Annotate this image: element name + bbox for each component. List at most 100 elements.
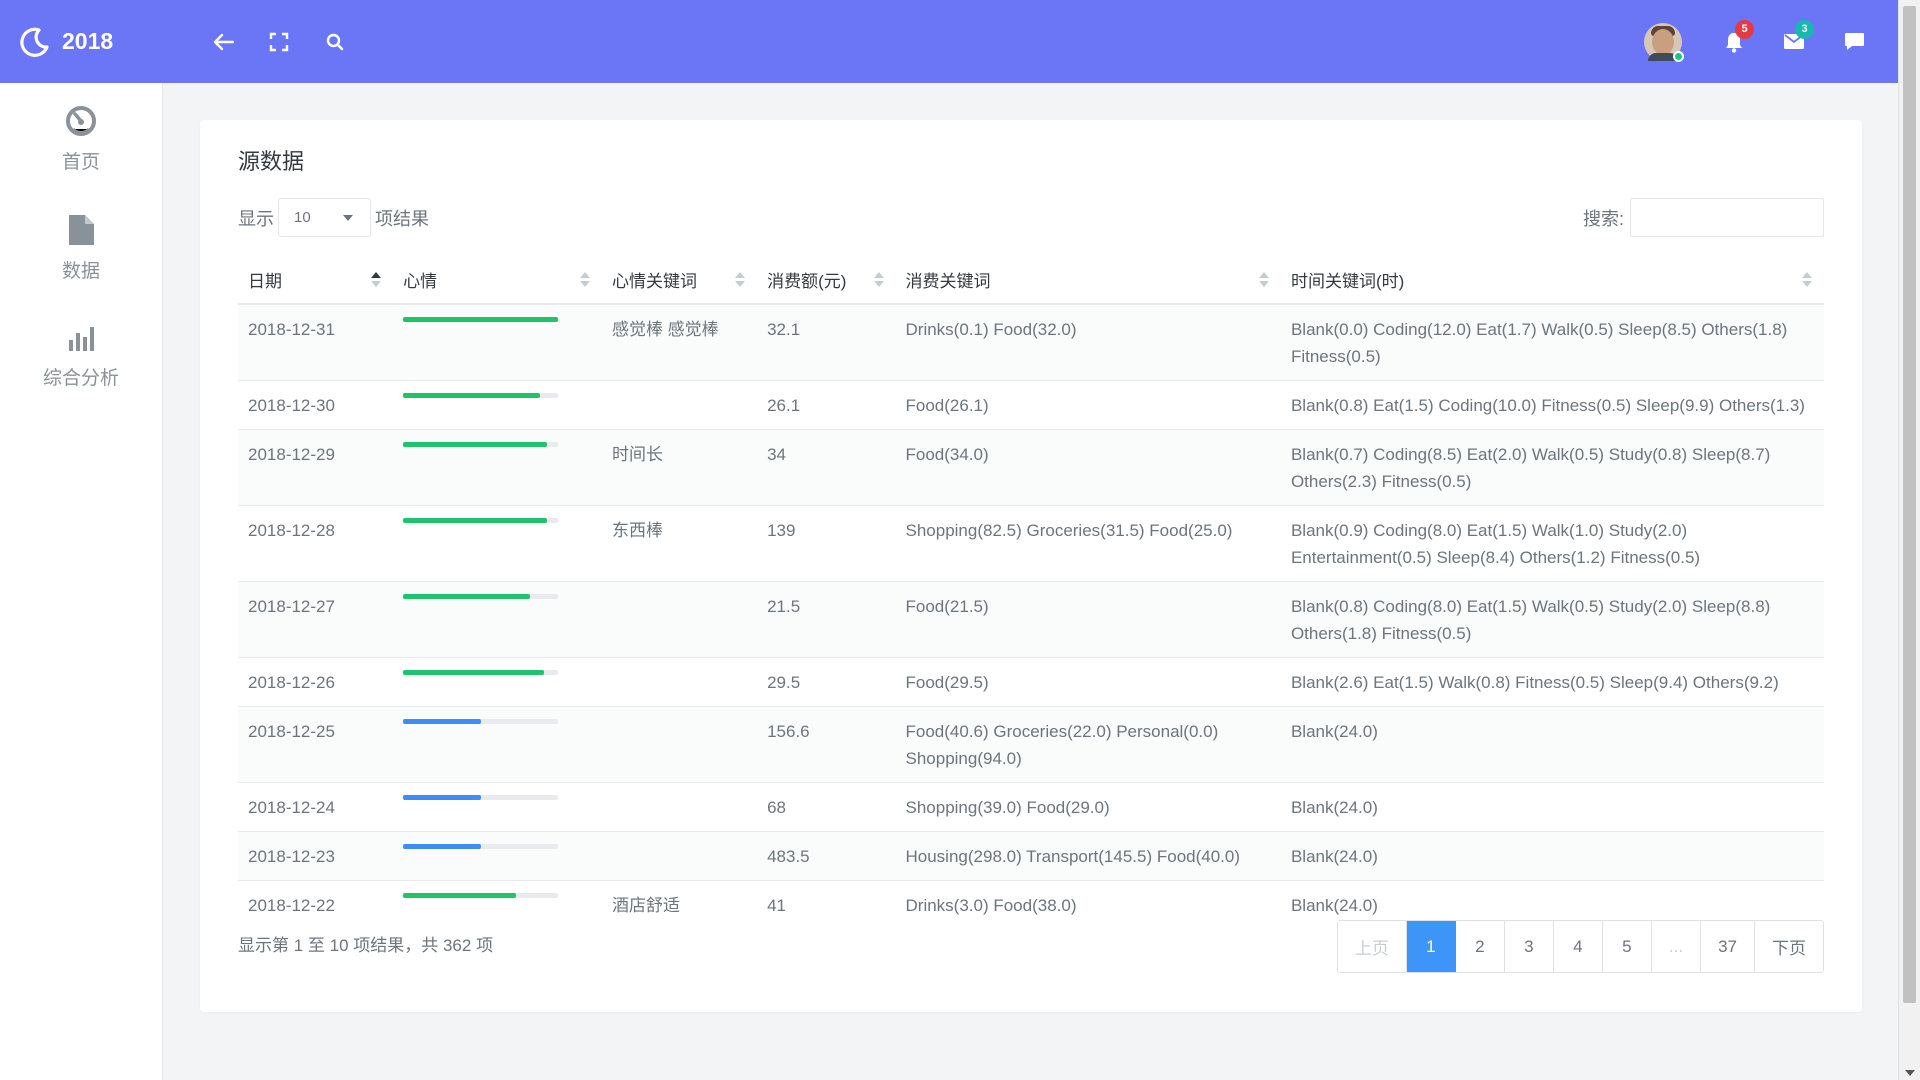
mood-progress-fill	[403, 670, 545, 675]
search-button[interactable]	[307, 14, 363, 70]
cell-date: 2018-12-23	[238, 831, 394, 881]
fullscreen-icon	[269, 32, 289, 51]
mood-progress-bar	[403, 393, 559, 398]
cell-mood-keywords	[601, 657, 758, 707]
caret-down-icon	[343, 215, 353, 221]
search-input[interactable]	[1630, 198, 1824, 237]
chat-button[interactable]	[1824, 14, 1884, 70]
cell-mood-keywords: 感觉棒 感觉棒	[601, 304, 758, 381]
mood-progress-fill	[403, 442, 548, 447]
cell-time-keywords: Blank(0.8) Eat(1.5) Coding(10.0) Fitness…	[1280, 380, 1824, 430]
cell-mood-keywords: 时间长	[601, 429, 758, 506]
column-header-time-keywords[interactable]: 时间关键词(时)	[1280, 256, 1824, 305]
pagination: 上页 1 2 3 4 5... 37 下页	[1336, 920, 1824, 973]
fullscreen-button[interactable]	[251, 14, 307, 70]
table-row[interactable]: 2018-12-27 21.5 Food(21.5) Blank(0.8) Codin…	[238, 581, 1824, 658]
app-title: 2018	[62, 28, 114, 54]
table-row[interactable]: 2018-12-25 156.6 Food(40.6) Groceries(22.0…	[238, 706, 1824, 783]
table-body: 2018-12-31 感觉棒 感觉棒 32.1 Drinks(0.1) Food(32…	[238, 304, 1824, 929]
page-length-select[interactable]: 10	[278, 198, 371, 237]
card-title: 源数据	[238, 149, 305, 174]
search-label: 搜索:	[1582, 208, 1624, 229]
dashboard-icon	[66, 106, 96, 136]
show-prefix-label: 显示	[238, 208, 274, 229]
cell-amount: 156.6	[757, 706, 896, 783]
column-header-mood[interactable]: 心情	[393, 256, 602, 305]
mood-progress-fill	[403, 893, 517, 898]
messages-button[interactable]: 3	[1764, 14, 1824, 70]
cell-mood-keywords: 东西棒	[601, 505, 758, 582]
table-row[interactable]: 2018-12-23 483.5 Housing(298.0) Transport(…	[238, 831, 1824, 881]
table-row[interactable]: 2018-12-26 29.5 Food(29.5) Blank(2.6) Eat(1…	[238, 657, 1824, 707]
scrollbar-thumb[interactable]	[1903, 6, 1916, 1003]
mood-progress-bar	[403, 317, 559, 322]
cell-amount: 41	[757, 880, 896, 929]
cell-date: 2018-12-27	[238, 581, 394, 658]
sort-icon	[735, 270, 746, 290]
cell-mood	[393, 706, 602, 783]
back-arrow-button[interactable]	[195, 14, 251, 70]
cell-time-keywords: Blank(0.9) Coding(8.0) Eat(1.5) Walk(1.0…	[1280, 505, 1824, 582]
page-button-5[interactable]: 5	[1602, 921, 1652, 972]
cell-mood	[393, 304, 602, 381]
mood-progress-bar	[403, 844, 559, 849]
mood-progress-fill	[403, 719, 481, 724]
cell-time-keywords: Blank(24.0)	[1280, 831, 1824, 881]
cell-spending-keywords: Food(29.5)	[895, 657, 1281, 707]
mood-progress-bar	[403, 518, 559, 523]
cell-mood	[393, 505, 602, 582]
user-avatar[interactable]	[1644, 22, 1684, 62]
cell-mood-keywords: 酒店舒适	[601, 880, 758, 929]
page-button-4[interactable]: 4	[1553, 921, 1603, 972]
cell-spending-keywords: Shopping(82.5) Groceries(31.5) Food(25.0…	[895, 505, 1281, 582]
next-page-button[interactable]: 下页	[1755, 921, 1823, 972]
mood-progress-bar	[403, 442, 559, 447]
mood-progress-bar	[403, 594, 559, 599]
table-row[interactable]: 2018-12-30 26.1 Food(26.1) Blank(0.8) Eat(1…	[238, 380, 1824, 430]
mood-progress-fill	[403, 844, 481, 849]
column-header-mood-keywords[interactable]: 心情关键词	[601, 256, 758, 305]
column-header-amount[interactable]: 消费额(元)	[757, 256, 896, 305]
cell-mood	[393, 782, 602, 832]
cell-date: 2018-12-22	[238, 880, 394, 929]
column-header-spending-keywords[interactable]: 消费关键词	[895, 256, 1281, 305]
sidebar-item-home[interactable]: 首页	[0, 83, 162, 192]
messages-badge: 3	[1795, 19, 1814, 39]
notifications-badge: 5	[1735, 19, 1754, 39]
cell-mood	[393, 880, 602, 929]
cell-amount: 29.5	[757, 657, 896, 707]
cell-date: 2018-12-26	[238, 657, 394, 707]
cell-spending-keywords: Food(26.1)	[895, 380, 1281, 430]
cell-time-keywords: Blank(24.0)	[1280, 782, 1824, 832]
sort-icon	[1258, 270, 1269, 290]
page-button-2[interactable]: 2	[1455, 921, 1505, 972]
cell-mood	[393, 380, 602, 430]
table-length-control: 显示 10 项结果	[238, 198, 429, 237]
cell-mood-keywords	[601, 831, 758, 881]
notifications-button[interactable]: 5	[1704, 14, 1764, 70]
page-button-1[interactable]: 1	[1406, 921, 1456, 972]
brand[interactable]: 2018	[0, 27, 163, 57]
cell-amount: 26.1	[757, 380, 896, 430]
online-status-dot	[1673, 50, 1684, 62]
sidebar-item-data[interactable]: 数据	[0, 192, 162, 301]
page-scrollbar[interactable]	[1898, 0, 1920, 1080]
table-row[interactable]: 2018-12-31 感觉棒 感觉棒 32.1 Drinks(0.1) Food(32…	[238, 304, 1824, 381]
cell-mood-keywords	[601, 706, 758, 783]
scroll-down-arrow-icon[interactable]	[1905, 1070, 1915, 1076]
page-button-37[interactable]: 37	[1701, 921, 1755, 972]
sidebar-item-analysis[interactable]: 综合分析	[0, 301, 162, 410]
sidebar-item-label: 数据	[61, 261, 100, 282]
table-row[interactable]: 2018-12-24 68 Shopping(39.0) Food(29.0) Bla…	[238, 782, 1824, 832]
mood-progress-bar	[403, 719, 559, 724]
mood-progress-fill	[403, 594, 531, 599]
cell-date: 2018-12-25	[238, 706, 394, 783]
cell-mood-keywords	[601, 782, 758, 832]
table-row[interactable]: 2018-12-29 时间长 34 Food(34.0) Blank(0.7) Codi…	[238, 429, 1824, 506]
cell-spending-keywords: Housing(298.0) Transport(145.5) Food(40.…	[895, 831, 1281, 881]
column-header-date[interactable]: 日期	[238, 256, 394, 305]
cell-amount: 34	[757, 429, 896, 506]
top-navbar: 2018 5 3	[0, 0, 1898, 83]
table-row[interactable]: 2018-12-28 东西棒 139 Shopping(82.5) Groceries…	[238, 505, 1824, 582]
page-button-3[interactable]: 3	[1504, 921, 1554, 972]
